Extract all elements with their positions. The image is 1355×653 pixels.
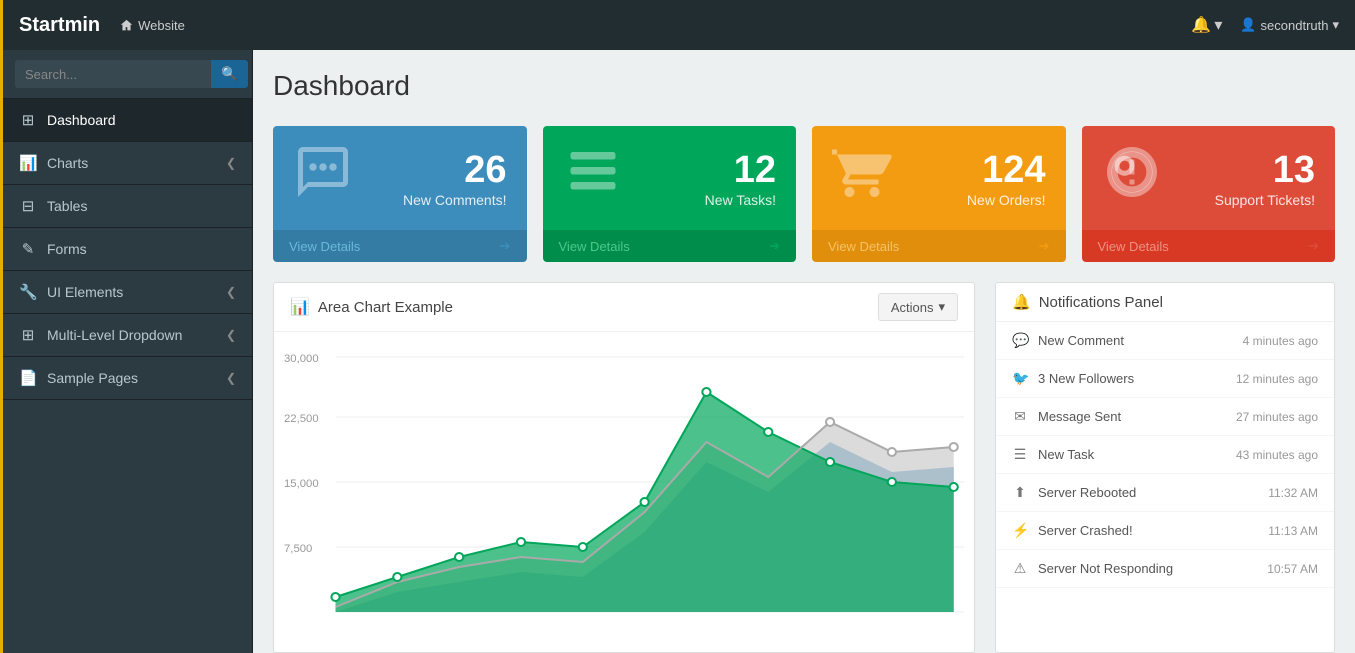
tickets-label: Support Tickets! xyxy=(1215,192,1315,208)
tasks-count: 12 xyxy=(705,149,776,192)
svg-text:30,000: 30,000 xyxy=(284,353,319,365)
chart-header: 📊 Area Chart Example Actions ▾ xyxy=(274,283,974,332)
stat-card-comments: 26 New Comments! View Details ➔ xyxy=(273,126,527,262)
sidebar-item-sample[interactable]: 📄 Sample Pages ❮ xyxy=(3,357,252,400)
search-input[interactable] xyxy=(15,60,211,88)
stat-card-orders: 124 New Orders! View Details ➔ xyxy=(812,126,1066,262)
sidebar-item-multilevel[interactable]: ⊞ Multi-Level Dropdown ❮ xyxy=(3,314,252,357)
bell-button[interactable]: 🔔 ▾ xyxy=(1191,15,1222,35)
orders-icon xyxy=(832,142,892,214)
svg-text:22,500: 22,500 xyxy=(284,413,319,425)
notif-item-new-followers: 🐦 3 New Followers 12 minutes ago xyxy=(996,360,1334,398)
sidebar: 🔍 ⊞ Dashboard 📊 Charts ❮ xyxy=(3,50,253,653)
upload-icon: ⬆ xyxy=(1012,484,1028,501)
stat-cards: 26 New Comments! View Details ➔ 12 xyxy=(273,126,1335,262)
warning-icon: ⚠ xyxy=(1012,560,1028,577)
ui-icon: 🔧 xyxy=(19,283,37,301)
comments-count: 26 xyxy=(403,149,506,192)
orders-count: 124 xyxy=(967,149,1046,192)
sample-icon: 📄 xyxy=(19,369,37,387)
sidebar-search: 🔍 xyxy=(3,50,252,99)
sidebar-item-dashboard[interactable]: ⊞ Dashboard xyxy=(3,99,252,142)
search-button[interactable]: 🔍 xyxy=(211,60,248,88)
topnav: Startmin Website 🔔 ▾ 👤 secondtruth ▾ xyxy=(3,0,1355,50)
sidebar-item-ui-elements[interactable]: 🔧 UI Elements ❮ xyxy=(3,271,252,314)
orders-details-btn[interactable]: View Details ➔ xyxy=(812,230,1066,262)
brand-logo: Startmin xyxy=(19,14,100,37)
chevron-right-icon-ui: ❮ xyxy=(226,285,236,299)
charts-icon: 📊 xyxy=(19,154,37,172)
lower-section: 📊 Area Chart Example Actions ▾ 30,000 22… xyxy=(273,282,1335,653)
notifications-header: 🔔 Notifications Panel xyxy=(996,283,1334,322)
notif-item-server-crashed: ⚡ Server Crashed! 11:13 AM xyxy=(996,512,1334,550)
tables-icon: ⊟ xyxy=(19,197,37,215)
dashboard-icon: ⊞ xyxy=(19,111,37,129)
search-icon: 🔍 xyxy=(221,66,238,81)
notifications-list: 💬 New Comment 4 minutes ago 🐦 3 New Foll… xyxy=(996,322,1334,588)
topnav-left: Startmin Website xyxy=(19,14,185,37)
comment-icon: 💬 xyxy=(1012,332,1028,349)
website-link[interactable]: Website xyxy=(120,18,185,33)
envelope-icon: ✉ xyxy=(1012,408,1028,425)
topnav-right: 🔔 ▾ 👤 secondtruth ▾ xyxy=(1191,15,1339,35)
tickets-details-btn[interactable]: View Details ➔ xyxy=(1082,230,1336,262)
notifications-panel: 🔔 Notifications Panel 💬 New Comment 4 mi… xyxy=(995,282,1335,653)
user-menu[interactable]: 👤 secondtruth ▾ xyxy=(1240,17,1339,33)
svg-text:7,500: 7,500 xyxy=(284,543,312,555)
notif-item-message-sent: ✉ Message Sent 27 minutes ago xyxy=(996,398,1334,436)
chart-title-text: Area Chart Example xyxy=(318,299,453,316)
caret-down-icon: ▾ xyxy=(938,299,945,315)
comments-label: New Comments! xyxy=(403,192,506,208)
area-chart-svg: 30,000 22,500 15,000 7,500 xyxy=(284,342,964,642)
chart-panel: 📊 Area Chart Example Actions ▾ 30,000 22… xyxy=(273,282,975,653)
arrow-right-icon-orders: ➔ xyxy=(1039,238,1050,254)
notif-item-new-comment: 💬 New Comment 4 minutes ago xyxy=(996,322,1334,360)
tickets-icon xyxy=(1102,142,1162,214)
home-icon xyxy=(120,19,133,32)
notif-item-new-task: ☰ New Task 43 minutes ago xyxy=(996,436,1334,474)
stat-card-tasks: 12 New Tasks! View Details ➔ xyxy=(543,126,797,262)
sidebar-item-charts[interactable]: 📊 Charts ❮ xyxy=(3,142,252,185)
arrow-right-icon-tickets: ➔ xyxy=(1308,238,1319,254)
chevron-right-icon: ❮ xyxy=(226,156,236,170)
chart-body: 30,000 22,500 15,000 7,500 xyxy=(274,332,974,652)
sidebar-item-tables[interactable]: ⊟ Tables xyxy=(3,185,252,228)
sidebar-menu: ⊞ Dashboard 📊 Charts ❮ ⊟ xyxy=(3,99,252,400)
bolt-icon: ⚡ xyxy=(1012,522,1028,539)
actions-button[interactable]: Actions ▾ xyxy=(878,293,958,321)
stat-card-tickets: 13 Support Tickets! View Details ➔ xyxy=(1082,126,1336,262)
notif-item-server-rebooted: ⬆ Server Rebooted 11:32 AM xyxy=(996,474,1334,512)
sidebar-item-forms[interactable]: ✎ Forms xyxy=(3,228,252,271)
notif-item-server-not-responding: ⚠ Server Not Responding 10:57 AM xyxy=(996,550,1334,588)
orders-label: New Orders! xyxy=(967,192,1046,208)
multilevel-icon: ⊞ xyxy=(19,326,37,344)
notifications-bell-icon: 🔔 xyxy=(1012,293,1031,311)
tickets-count: 13 xyxy=(1215,149,1315,192)
body-wrapper: 🔍 ⊞ Dashboard 📊 Charts ❮ xyxy=(3,50,1355,653)
tasks-details-btn[interactable]: View Details ➔ xyxy=(543,230,797,262)
chevron-right-icon-sp: ❮ xyxy=(226,371,236,385)
tasks-notif-icon: ☰ xyxy=(1012,446,1028,463)
forms-icon: ✎ xyxy=(19,240,37,258)
arrow-right-icon: ➔ xyxy=(500,238,511,254)
comments-icon xyxy=(293,142,353,214)
svg-text:15,000: 15,000 xyxy=(284,478,319,490)
chevron-right-icon-ml: ❮ xyxy=(226,328,236,342)
comments-details-btn[interactable]: View Details ➔ xyxy=(273,230,527,262)
main-content: Dashboard 26 New Comments! View Details … xyxy=(253,50,1355,653)
twitter-icon: 🐦 xyxy=(1012,370,1028,387)
tasks-label: New Tasks! xyxy=(705,192,776,208)
arrow-right-icon-tasks: ➔ xyxy=(769,238,780,254)
page-title: Dashboard xyxy=(273,70,1335,102)
tasks-icon xyxy=(563,142,623,214)
bar-chart-icon: 📊 xyxy=(290,297,310,317)
